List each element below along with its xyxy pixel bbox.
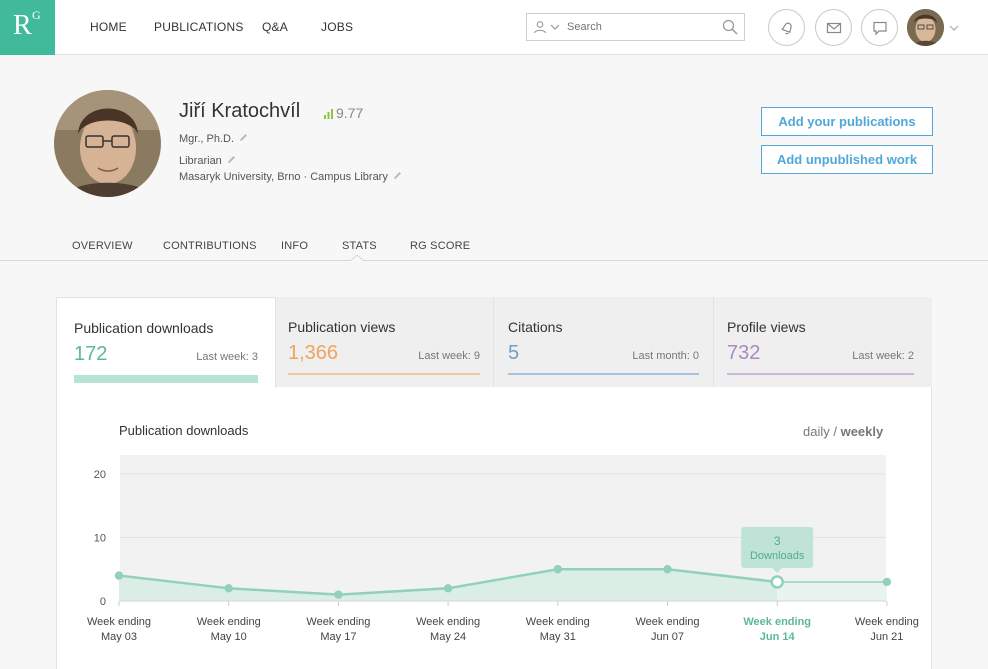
data-point-highlight [770,575,784,589]
data-point [224,584,233,593]
data-point [334,590,343,599]
x-tick-label-line2: May 03 [101,631,137,643]
data-point [443,584,453,593]
data-point [114,571,124,580]
x-tick-label-line2: May 10 [211,631,247,643]
x-tick-label-line2: May 24 [430,631,466,643]
x-tick-label-line1: Week ending [306,616,370,628]
downloads-chart: 0 10 20 Week ending May 03 Week ending May 10 W… [87,455,919,643]
tooltip-value: 3 [774,534,781,548]
x-tick-label-line1: Week ending [743,616,811,628]
x-tick-label-line2: May 17 [320,631,356,643]
tooltip-label: Downloads [750,550,805,562]
x-tick-label-line1: Week ending [197,616,261,628]
y-tick-label: 10 [94,533,106,545]
series-area-future [777,581,887,601]
x-tick-label-line1: Week ending [416,616,480,628]
y-tick-label: 20 [94,469,106,481]
x-tick-label-line1: Week ending [635,616,699,628]
data-point [882,577,892,587]
x-tick-label-line2: Jun 07 [651,631,684,643]
data-point [553,565,562,574]
x-tick-label-line2: May 31 [540,631,576,643]
x-tick-label-line2: Jun 14 [760,631,796,643]
y-tick-label: 0 [100,596,106,608]
data-point [663,565,672,574]
x-tick-label-line1: Week ending [87,616,151,628]
x-tick-label-line1: Week ending [855,616,919,628]
x-tick-label-line2: Jun 21 [870,631,903,643]
x-tick-label-line1: Week ending [526,616,590,628]
